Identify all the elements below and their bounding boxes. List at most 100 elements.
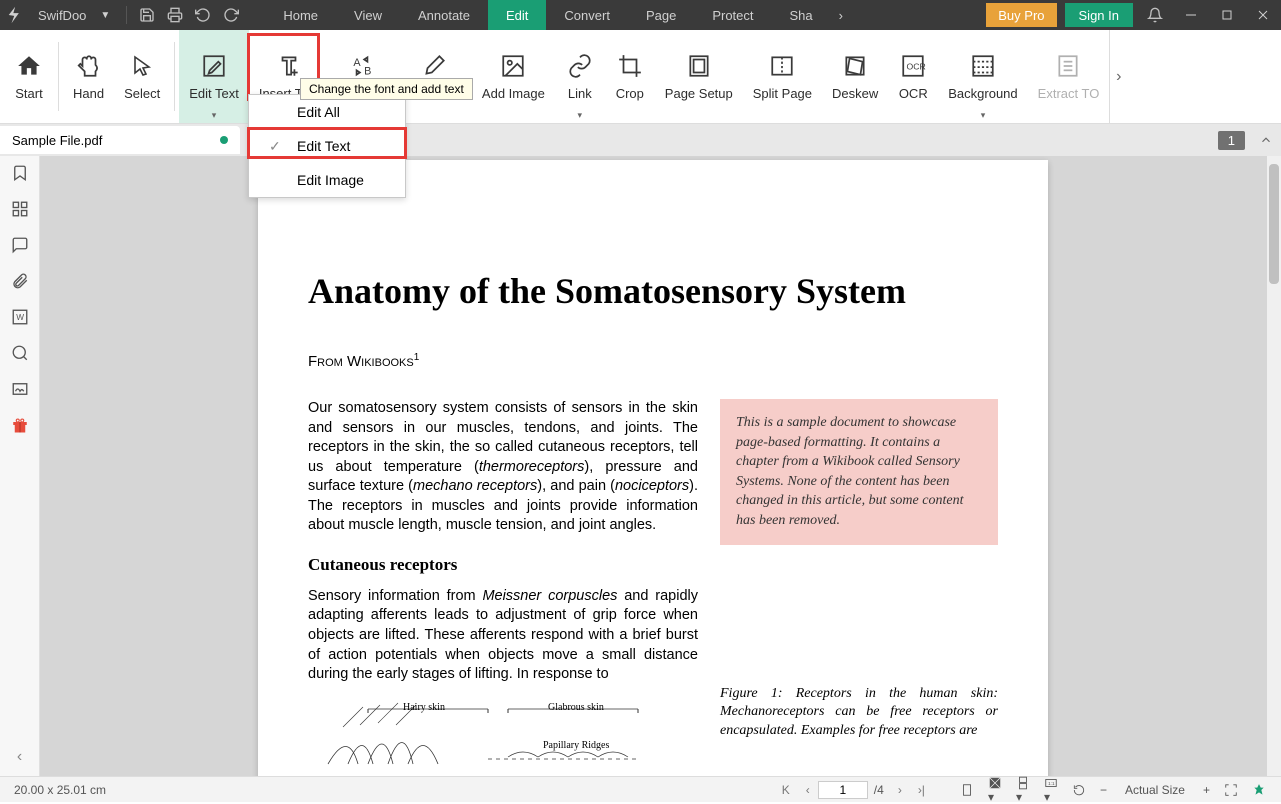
next-page-icon[interactable]: › xyxy=(890,783,910,797)
fit-icon[interactable]: 1:1▾ xyxy=(1037,776,1065,804)
layout-icon[interactable]: ▾ xyxy=(981,776,1009,804)
save-icon[interactable] xyxy=(133,7,161,23)
pen-icon xyxy=(420,52,448,80)
page-subtitle: From Wikibooks1 xyxy=(308,352,998,371)
page-number-input[interactable] xyxy=(818,781,868,799)
zoom-out-icon[interactable]: − xyxy=(1093,783,1114,797)
hand-icon xyxy=(75,52,103,80)
first-page-icon[interactable]: K xyxy=(774,783,798,797)
rotate-icon[interactable] xyxy=(1065,783,1093,797)
body-paragraph: Sensory information from Meissner corpus… xyxy=(308,587,698,685)
deskew-icon xyxy=(841,52,869,80)
pin-icon[interactable] xyxy=(1245,783,1273,797)
word-export-icon[interactable]: W xyxy=(11,308,29,326)
add-image-button[interactable]: Add Image xyxy=(472,30,555,123)
maximize-icon[interactable] xyxy=(1209,9,1245,21)
bookmark-icon[interactable] xyxy=(11,164,29,182)
zoom-level[interactable]: Actual Size xyxy=(1114,782,1196,798)
menu-protect[interactable]: Protect xyxy=(694,0,771,30)
collapse-sidebar-icon[interactable]: ‹ xyxy=(17,748,22,766)
svg-text:W: W xyxy=(16,313,24,322)
edit-image-item[interactable]: Edit Image xyxy=(249,163,405,197)
ribbon-overflow-icon[interactable]: › xyxy=(1109,30,1127,123)
buy-pro-button[interactable]: Buy Pro xyxy=(986,3,1056,27)
page-total: /4 xyxy=(868,783,890,797)
comments-icon[interactable] xyxy=(11,236,29,254)
app-logo-icon xyxy=(6,4,28,26)
print-icon[interactable] xyxy=(161,7,189,23)
menu-share[interactable]: Sha xyxy=(772,0,831,30)
svg-text:A: A xyxy=(354,57,362,69)
page-indicator: 1 xyxy=(1218,131,1245,150)
close-icon[interactable] xyxy=(1245,9,1281,21)
link-button[interactable]: Link▾ xyxy=(555,30,605,123)
menu-view[interactable]: View xyxy=(336,0,400,30)
single-page-icon[interactable] xyxy=(953,783,981,797)
app-menu-dropdown[interactable]: ▼ xyxy=(90,10,120,21)
hand-button[interactable]: Hand xyxy=(63,30,114,123)
section-heading: Cutaneous receptors xyxy=(308,554,698,577)
search-icon[interactable] xyxy=(11,344,29,362)
sidebar-note: This is a sample document to showcase pa… xyxy=(720,399,998,545)
chevron-down-icon: ▾ xyxy=(981,110,986,121)
background-button[interactable]: Background▾ xyxy=(938,30,1027,123)
sign-in-button[interactable]: Sign In xyxy=(1065,3,1133,27)
continuous-icon[interactable]: ▾ xyxy=(1009,776,1037,804)
extract-toc-button[interactable]: Extract TO xyxy=(1028,30,1110,123)
app-name: SwifDoo xyxy=(34,8,90,23)
chevron-down-icon: ▾ xyxy=(212,110,217,121)
menu-overflow-icon[interactable]: › xyxy=(831,8,851,23)
crop-button[interactable]: Crop xyxy=(605,30,655,123)
menu-page[interactable]: Page xyxy=(628,0,694,30)
edit-text-button[interactable]: Edit Text▾ xyxy=(179,30,249,123)
gift-icon[interactable] xyxy=(11,416,29,434)
attachments-icon[interactable] xyxy=(11,272,29,290)
figure: Hairy skin Glabrous skin Papillary Ridge… xyxy=(308,699,698,769)
undo-icon[interactable] xyxy=(189,7,217,23)
edit-text-icon xyxy=(200,52,228,80)
collapse-ribbon-icon[interactable] xyxy=(1259,133,1273,147)
ocr-icon: OCR xyxy=(899,52,927,80)
image-icon xyxy=(499,52,527,80)
vertical-scrollbar[interactable] xyxy=(1267,156,1281,776)
start-button[interactable]: Start xyxy=(4,30,54,123)
minimize-icon[interactable] xyxy=(1173,9,1209,21)
svg-text:OCR: OCR xyxy=(907,61,926,71)
notifications-icon[interactable] xyxy=(1137,7,1173,23)
deskew-button[interactable]: Deskew xyxy=(822,30,888,123)
figure-caption: Figure 1: Receptors in the human skin: M… xyxy=(720,685,998,742)
status-bar: 20.00 x 25.01 cm K ‹ /4 › ›| ▾ ▾ 1:1▾ − … xyxy=(0,776,1281,802)
thumbnails-icon[interactable] xyxy=(11,200,29,218)
scrollbar-thumb[interactable] xyxy=(1269,164,1279,284)
menu-convert[interactable]: Convert xyxy=(546,0,628,30)
replace-icon: AB xyxy=(348,52,376,80)
zoom-in-icon[interactable]: + xyxy=(1196,783,1217,797)
insert-text-icon xyxy=(275,52,303,80)
select-button[interactable]: Select xyxy=(114,30,170,123)
svg-text:1:1: 1:1 xyxy=(1048,780,1055,785)
link-icon xyxy=(566,52,594,80)
ocr-button[interactable]: OCROCR xyxy=(888,30,938,123)
split-page-button[interactable]: Split Page xyxy=(743,30,822,123)
document-tab[interactable]: Sample File.pdf xyxy=(0,126,240,154)
crop-icon xyxy=(616,52,644,80)
white-out-button[interactable]: White-out xyxy=(396,30,472,123)
fullscreen-icon[interactable] xyxy=(1217,783,1245,797)
menu-edit[interactable]: Edit xyxy=(488,0,546,30)
redo-icon[interactable] xyxy=(217,7,245,23)
page-setup-button[interactable]: Page Setup xyxy=(655,30,743,123)
ribbon-toolbar: Start Hand Select Edit Text▾ Insert Text… xyxy=(0,30,1281,124)
document-tab-label: Sample File.pdf xyxy=(12,133,102,148)
pdf-page: Anatomy of the Somatosensory System From… xyxy=(258,160,1048,776)
home-icon xyxy=(15,52,43,80)
edit-text-item[interactable]: ✓Edit Text xyxy=(249,129,405,163)
last-page-icon[interactable]: ›| xyxy=(910,783,933,797)
signature-icon[interactable] xyxy=(11,380,29,398)
page-title: Anatomy of the Somatosensory System xyxy=(308,270,998,312)
prev-page-icon[interactable]: ‹ xyxy=(798,783,818,797)
document-canvas[interactable]: Anatomy of the Somatosensory System From… xyxy=(40,156,1281,776)
edit-all-item[interactable]: Edit All xyxy=(249,95,405,129)
tooltip: Change the font and add text xyxy=(300,78,473,100)
menu-annotate[interactable]: Annotate xyxy=(400,0,488,30)
menu-home[interactable]: Home xyxy=(265,0,336,30)
